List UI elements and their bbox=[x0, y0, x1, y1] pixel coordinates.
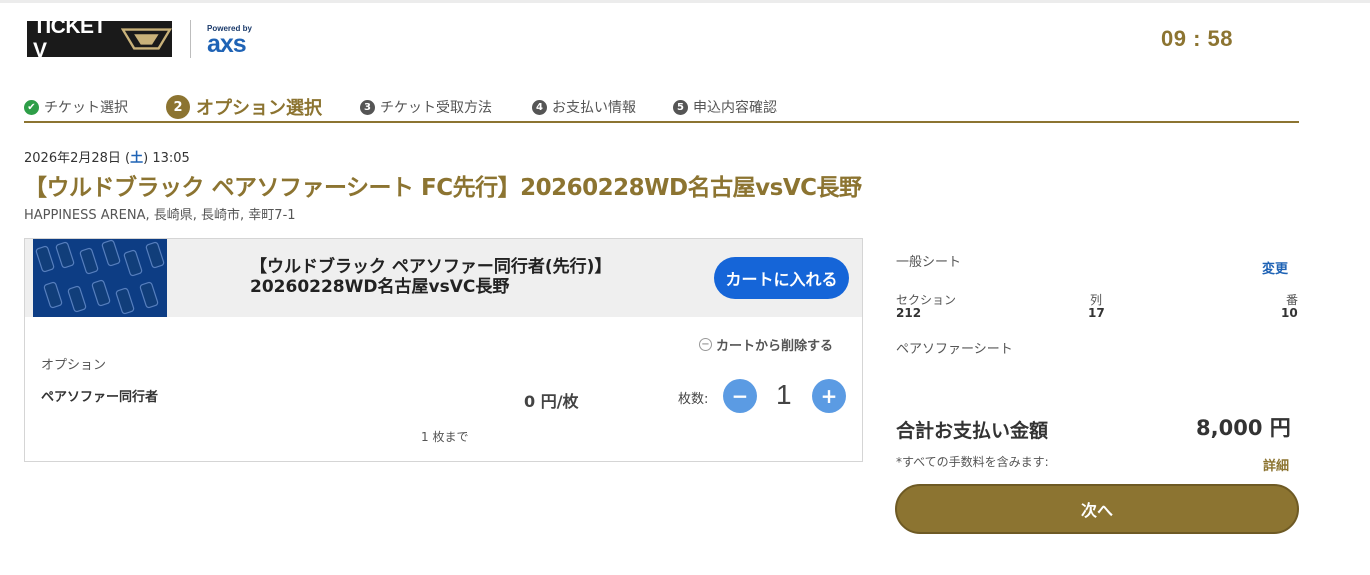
progress-steps: ✔ チケット選択 2 オプション選択 3 チケット受取方法 4 お支払い情報 5… bbox=[24, 94, 1299, 123]
step-label: 申込内容確認 bbox=[693, 100, 777, 116]
quantity-label: 枚数: bbox=[678, 392, 709, 407]
step-number: 4 bbox=[532, 99, 547, 115]
step-ticket-delivery: 3 チケット受取方法 bbox=[360, 94, 492, 120]
step-payment-info: 4 お支払い情報 bbox=[532, 94, 636, 120]
seat-value: 10 bbox=[1281, 306, 1298, 320]
quantity-value: 1 bbox=[776, 379, 792, 410]
total-value: 8,000 円 bbox=[1196, 416, 1291, 440]
option-name: ペアソファー同行者 bbox=[41, 390, 159, 405]
event-title: 【ウルドブラック ペアソファーシート FC先行】20260228WD名古屋vsV… bbox=[24, 175, 862, 201]
step-ticket-selection: ✔ チケット選択 bbox=[24, 94, 128, 120]
step-label: チケット受取方法 bbox=[380, 100, 492, 116]
quantity-decrease-button[interactable]: − bbox=[723, 379, 757, 413]
ticketv-emblem-icon bbox=[121, 28, 172, 50]
step-confirmation: 5 申込内容確認 bbox=[673, 94, 777, 120]
step-option-selection: 2 オプション選択 bbox=[166, 94, 322, 120]
row-value: 17 bbox=[1088, 306, 1105, 320]
remove-from-cart-label: カートから削除する bbox=[716, 339, 834, 354]
step-label: お支払い情報 bbox=[552, 100, 636, 116]
event-venue: HAPPINESS ARENA, 長崎県, 長崎市, 幸町7-1 bbox=[24, 208, 296, 223]
step-label: チケット選択 bbox=[44, 100, 128, 116]
quantity-increase-button[interactable]: + bbox=[812, 379, 846, 413]
top-border bbox=[0, 0, 1370, 3]
check-icon: ✔ bbox=[24, 99, 39, 115]
next-button[interactable]: 次へ bbox=[895, 484, 1299, 534]
step-label: オプション選択 bbox=[196, 98, 322, 119]
axs-logo: Powered by axs bbox=[207, 24, 252, 58]
option-heading: オプション bbox=[41, 358, 107, 373]
step-number: 5 bbox=[673, 99, 688, 115]
product-card: 【ウルドブラック ペアソファー同行者(先行)】20260228WD名古屋vsVC… bbox=[24, 238, 863, 462]
event-date: 2026年2月28日 (土) 13:05 bbox=[24, 147, 190, 166]
countdown-timer: 09 : 58 bbox=[1161, 26, 1233, 51]
total-label: 合計お支払い金額 bbox=[896, 420, 1049, 442]
product-name: 【ウルドブラック ペアソファー同行者(先行)】20260228WD名古屋vsVC… bbox=[250, 257, 612, 297]
step-number: 3 bbox=[360, 99, 375, 115]
event-date-suffix: ) 13:05 bbox=[143, 151, 190, 166]
minus-circle-icon: − bbox=[699, 338, 712, 351]
logo-divider bbox=[190, 20, 191, 58]
ticketv-logo-text: TICKET V bbox=[33, 15, 106, 62]
fee-note: *すべての手数料を含みます: bbox=[896, 455, 1049, 469]
event-day-of-week: 土 bbox=[130, 151, 144, 166]
product-card-header: 【ウルドブラック ペアソファー同行者(先行)】20260228WD名古屋vsVC… bbox=[25, 239, 862, 317]
remove-from-cart-link[interactable]: − カートから削除する bbox=[699, 335, 833, 354]
seat-type: 一般シート bbox=[896, 255, 962, 270]
option-price: 0 円/枚 bbox=[524, 392, 579, 411]
ticketv-logo[interactable]: TICKET V bbox=[27, 15, 172, 62]
detail-link[interactable]: 詳細 bbox=[1263, 455, 1289, 474]
product-thumbnail bbox=[33, 239, 167, 317]
step-number: 2 bbox=[166, 95, 190, 119]
section-value: 212 bbox=[896, 306, 922, 320]
event-date-prefix: 2026年2月28日 ( bbox=[24, 151, 131, 166]
add-to-cart-button[interactable]: カートに入れる bbox=[714, 257, 849, 299]
axs-logo-text: axs bbox=[207, 30, 247, 58]
quantity-limit: 1 枚まで bbox=[421, 430, 469, 444]
seat-name: ペアソファーシート bbox=[896, 342, 1013, 357]
change-seat-link[interactable]: 変更 bbox=[1262, 258, 1288, 277]
